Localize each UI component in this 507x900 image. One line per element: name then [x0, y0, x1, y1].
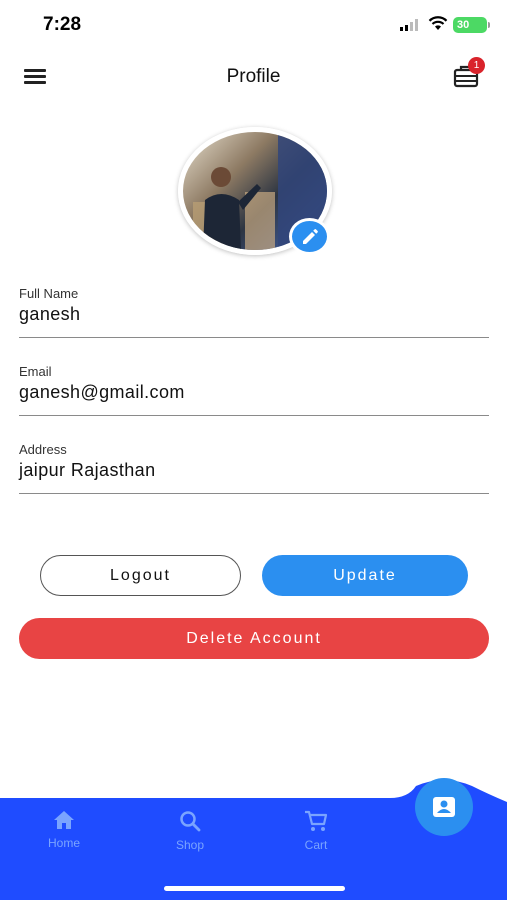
full-name-value[interactable]: ganesh — [19, 304, 80, 325]
nav-label-cart: Cart — [304, 838, 328, 852]
signal-icon — [400, 19, 418, 31]
full-name-label: Full Name — [19, 286, 79, 301]
cart-badge: 1 — [468, 57, 485, 74]
status-time: 7:28 — [43, 14, 82, 35]
search-icon — [180, 811, 201, 832]
address-field[interactable]: Address jaipur Rajasthan — [19, 442, 489, 494]
email-field[interactable]: Email ganesh@gmail.com — [19, 364, 489, 416]
battery-level: 30 — [457, 19, 470, 31]
nav-item-shop[interactable]: Shop — [150, 810, 230, 852]
wifi-icon — [428, 16, 448, 30]
address-label: Address — [19, 442, 67, 457]
nav-item-cart[interactable]: Cart — [276, 810, 356, 852]
delete-account-button[interactable]: Delete Account — [19, 618, 489, 659]
status-bar: 7:28 30 — [0, 0, 507, 50]
profile-icon — [433, 797, 455, 817]
logout-button[interactable]: Logout — [40, 555, 241, 596]
address-value[interactable]: jaipur Rajasthan — [19, 460, 155, 481]
page-title: Profile — [226, 66, 281, 87]
nav-label-shop: Shop — [175, 838, 205, 852]
email-label: Email — [19, 364, 52, 379]
update-button[interactable]: Update — [262, 555, 468, 596]
email-value[interactable]: ganesh@gmail.com — [19, 382, 185, 403]
nav-item-profile[interactable] — [415, 778, 473, 836]
home-icon — [54, 811, 74, 829]
nav-label-home: Home — [47, 836, 80, 850]
home-indicator — [164, 886, 345, 891]
edit-photo-button[interactable] — [289, 218, 330, 255]
pencil-icon — [303, 229, 318, 244]
full-name-field[interactable]: Full Name ganesh — [19, 286, 489, 338]
cart-icon — [305, 810, 328, 831]
nav-item-home[interactable]: Home — [24, 810, 104, 850]
battery-icon: 30 — [453, 17, 490, 33]
